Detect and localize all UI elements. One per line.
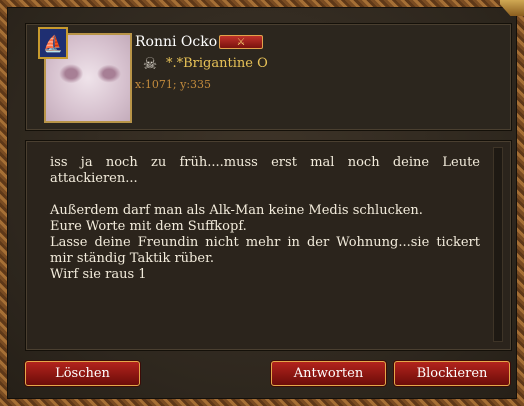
skull-icon: ☠ — [142, 54, 158, 73]
reply-button[interactable]: Antworten — [271, 361, 386, 386]
player-action-button[interactable]: ⚔ — [219, 35, 263, 49]
delete-button[interactable]: Löschen — [25, 361, 140, 386]
player-name[interactable]: Ronni Ocko — [135, 34, 217, 50]
player-coordinates[interactable]: x:1071; y:335 — [135, 78, 211, 91]
message-scrollbar[interactable] — [493, 147, 503, 342]
block-button[interactable]: Blockieren — [394, 361, 510, 386]
ship-flag-icon: ⛵ — [38, 27, 68, 59]
message-body: iss ja noch zu früh....muss erst mal noc… — [50, 155, 480, 282]
alliance-name[interactable]: *.*Brigantine O — [166, 56, 268, 71]
